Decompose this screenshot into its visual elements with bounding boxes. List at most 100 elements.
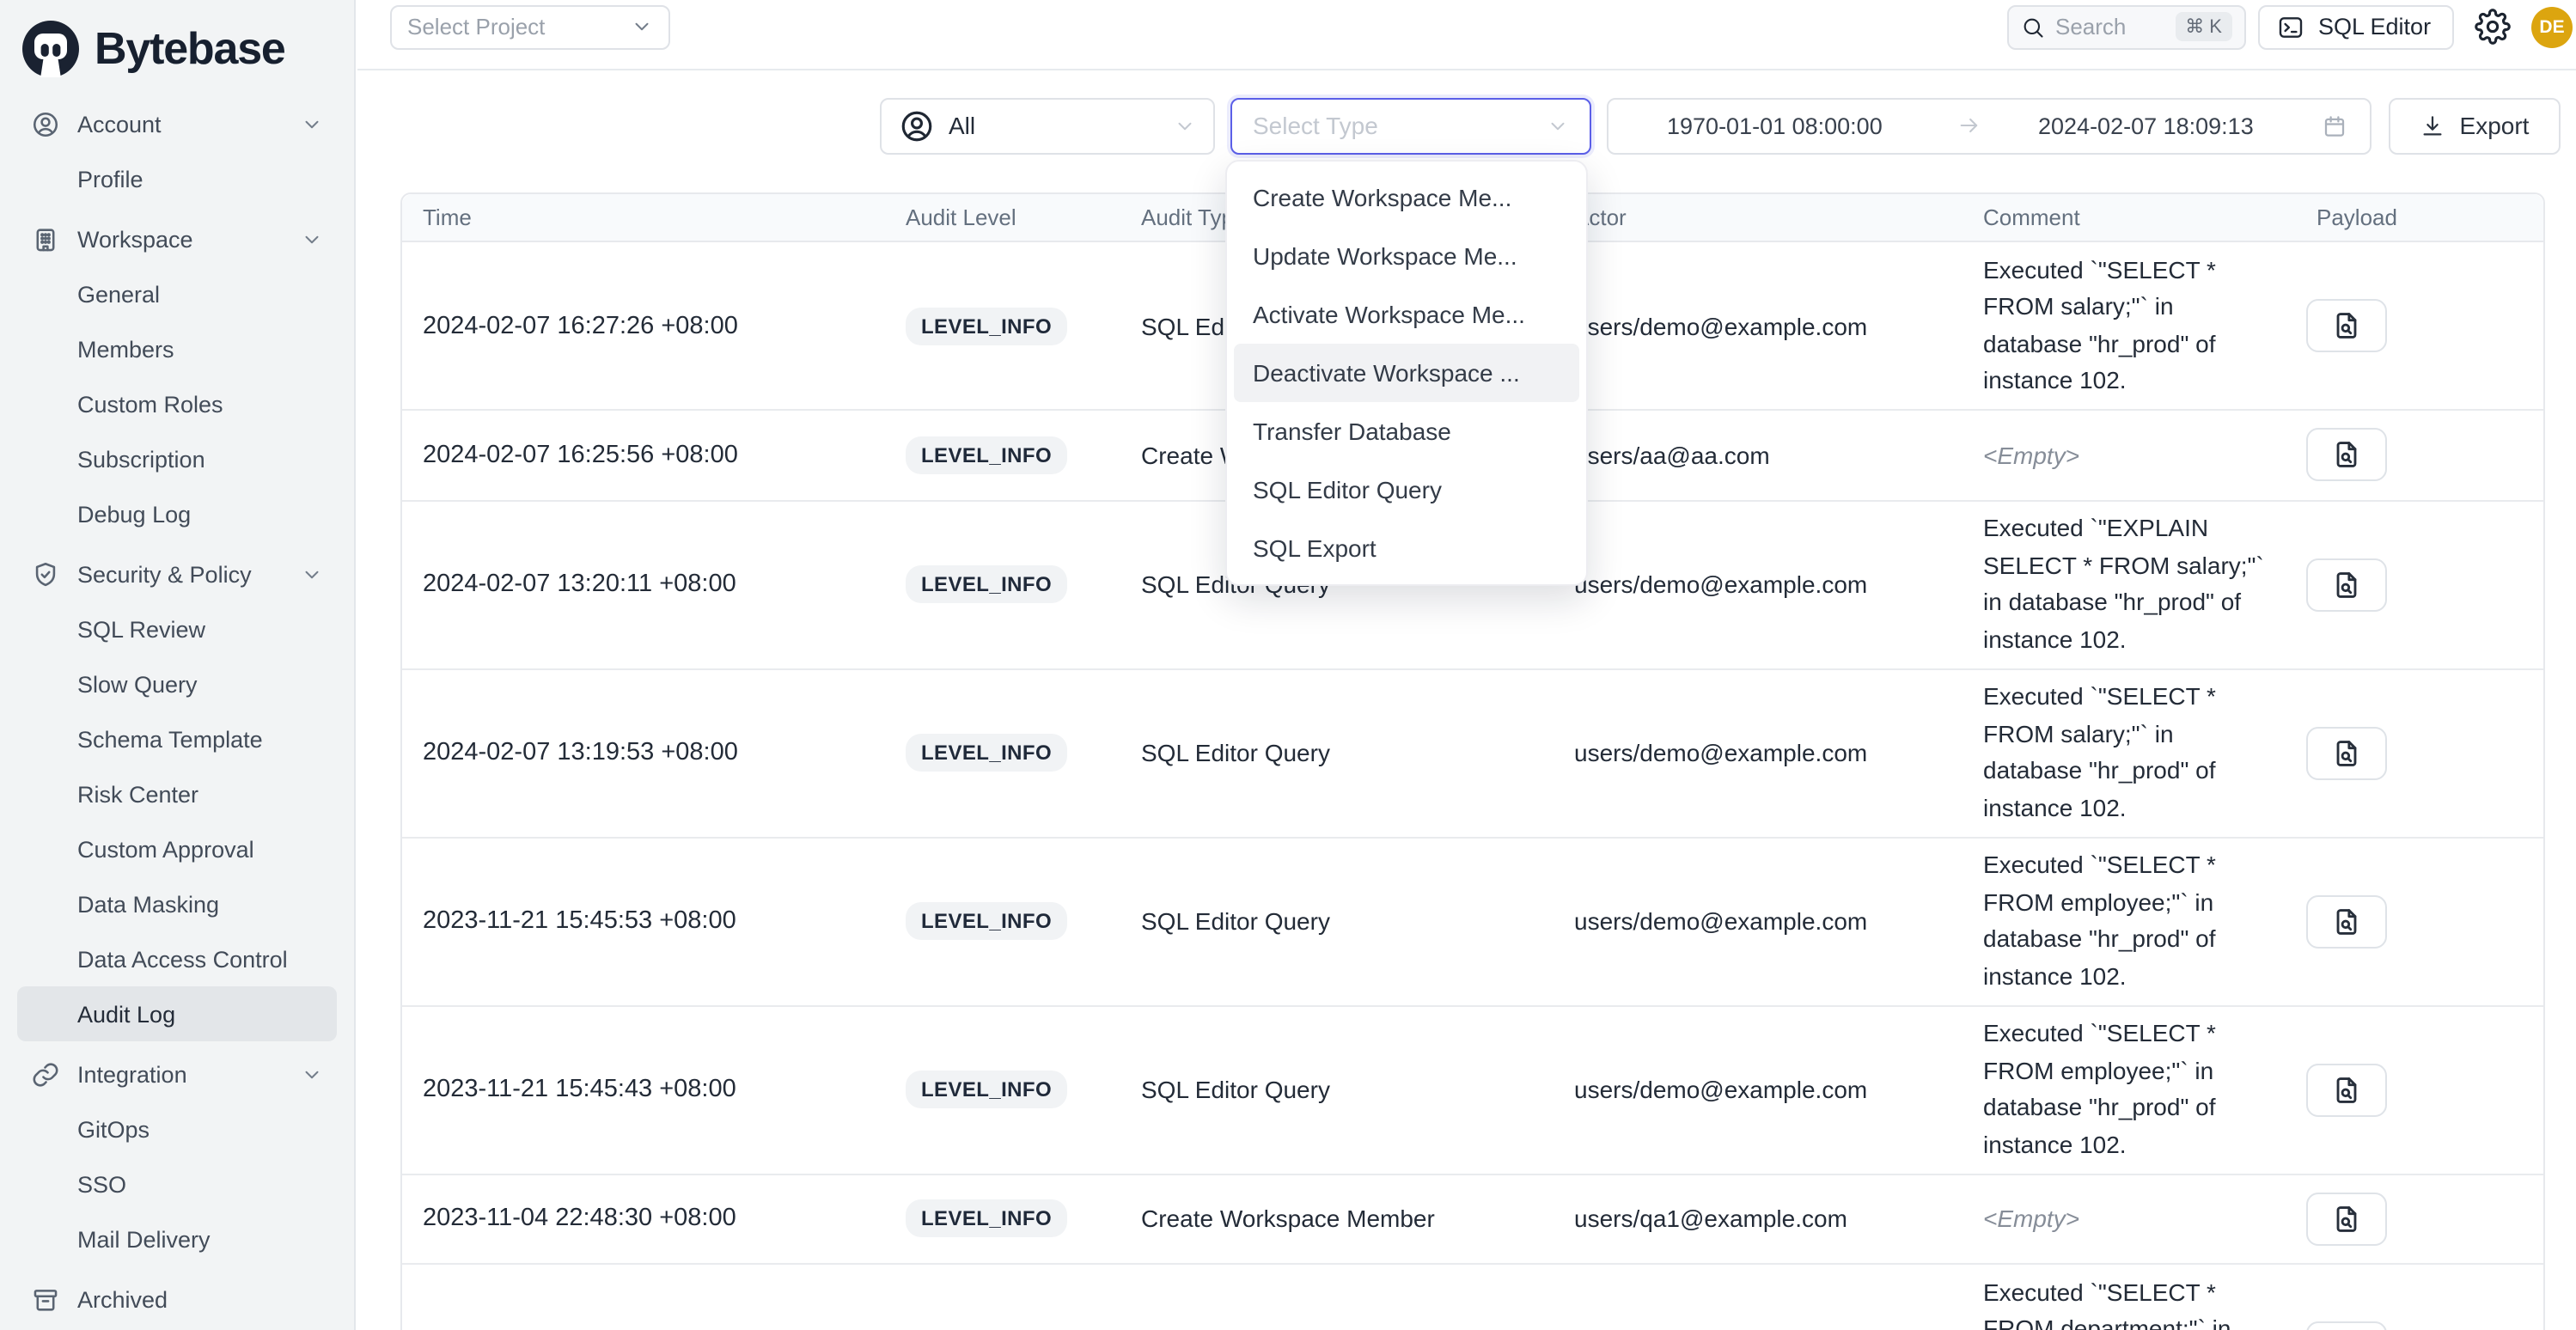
chevron-down-icon — [301, 113, 323, 135]
column-header-audit-level: Audit Level — [895, 194, 1127, 241]
payload-button[interactable] — [2306, 894, 2387, 948]
bytebase-logo[interactable]: Bytebase — [0, 0, 354, 88]
cell-audit-level: LEVEL_INFO — [895, 501, 1127, 668]
sidebar-item-profile[interactable]: Profile — [17, 151, 337, 206]
sidebar-item-security-policy[interactable]: Security & Policy — [17, 546, 337, 601]
file-search-icon — [2330, 1203, 2363, 1235]
sidebar-item-gitops[interactable]: GitOps — [17, 1101, 337, 1156]
cell-payload — [2291, 669, 2547, 836]
file-search-icon — [2330, 905, 2363, 937]
building-icon — [31, 224, 60, 253]
column-header-time: Time — [402, 194, 895, 241]
search-input[interactable]: Search ⌘ K — [2007, 4, 2246, 50]
file-search-icon — [2330, 309, 2363, 342]
cell-audit-level: LEVEL_INFO — [895, 1265, 1127, 1330]
cell-comment: Executed `"EXPLAINSELECT * FROM salary;"… — [1969, 501, 2291, 668]
sql-editor-button[interactable]: SQL Editor — [2258, 4, 2454, 50]
sidebar-item-label: Workspace — [77, 226, 193, 252]
cell-payload — [2291, 1174, 2547, 1263]
cell-payload — [2291, 242, 2547, 409]
cell-actor: users/demo@example.com — [1557, 501, 1969, 668]
sidebar-item-data-access-control[interactable]: Data Access Control — [17, 931, 337, 986]
cell-audit-type: SQL Editor Query — [1127, 838, 1557, 1004]
payload-button[interactable] — [2306, 1063, 2387, 1116]
chevron-down-icon — [1547, 114, 1569, 137]
payload-button[interactable] — [2306, 299, 2387, 352]
type-filter-select[interactable]: Select Type — [1230, 97, 1591, 154]
file-search-icon — [2330, 568, 2363, 601]
cell-actor: users/qa1@example.com — [1557, 1174, 1969, 1263]
arrow-right-icon — [1957, 113, 1981, 137]
sidebar-item-mail-delivery[interactable]: Mail Delivery — [17, 1211, 337, 1266]
gear-icon[interactable] — [2475, 9, 2511, 45]
sidebar-item-sql-review[interactable]: SQL Review — [17, 601, 337, 656]
chevron-down-icon — [301, 228, 323, 250]
sidebar-item-label: Subscription — [77, 446, 205, 472]
chevron-down-icon — [301, 1063, 323, 1085]
column-header-comment: Comment — [1969, 194, 2291, 241]
sidebar-item-custom-roles[interactable]: Custom Roles — [17, 376, 337, 431]
arrow-right-icon — [1957, 113, 1981, 137]
payload-button[interactable] — [2306, 1321, 2387, 1330]
level-badge: LEVEL_INFO — [906, 902, 1067, 940]
download-icon — [2420, 113, 2446, 138]
sidebar-item-sso[interactable]: SSO — [17, 1156, 337, 1211]
archive-icon — [31, 1284, 60, 1314]
file-search-icon — [2330, 439, 2363, 472]
comment-empty: <Empty> — [1983, 442, 2079, 469]
table-row: 2023-11-21 15:45:53 +08:00 LEVEL_INFO SQL … — [402, 838, 2543, 1006]
date-range-picker[interactable]: 1970-01-01 08:00:00 2024-02-07 18:09:13 — [1607, 97, 2372, 154]
sidebar-item-members[interactable]: Members — [17, 321, 337, 376]
sidebar-item-slow-query[interactable]: Slow Query — [17, 656, 337, 711]
sidebar-item-label: Data Access Control — [77, 946, 288, 972]
payload-button[interactable] — [2306, 558, 2387, 611]
type-option-create-workspace-me[interactable]: Create Workspace Me... — [1234, 168, 1579, 227]
sidebar-item-risk-center[interactable]: Risk Center — [17, 766, 337, 821]
chevron-down-icon — [1547, 114, 1569, 137]
cell-actor: users/aa@aa.com — [1557, 411, 1969, 499]
type-option-activate-workspace-me[interactable]: Activate Workspace Me... — [1234, 285, 1579, 344]
type-filter-placeholder: Select Type — [1253, 112, 1378, 139]
sidebar-item-workspace[interactable]: Workspace — [17, 211, 337, 266]
type-option-deactivate-workspace[interactable]: Deactivate Workspace ... — [1234, 344, 1579, 402]
type-option-update-workspace-me[interactable]: Update Workspace Me... — [1234, 227, 1579, 285]
sidebar-item-subscription[interactable]: Subscription — [17, 431, 337, 486]
type-option-sql-editor-query[interactable]: SQL Editor Query — [1234, 461, 1579, 519]
table-row: 2023-11-04 22:48:30 +08:00LEVEL_INFOCrea… — [402, 1174, 2543, 1265]
cell-audit-type: Create Workspace Member — [1127, 1174, 1557, 1263]
link-icon — [31, 1059, 60, 1089]
search-icon — [2021, 15, 2045, 40]
type-option-sql-export[interactable]: SQL Export — [1234, 519, 1579, 577]
sidebar-item-custom-approval[interactable]: Custom Approval — [17, 821, 337, 876]
avatar[interactable]: DE — [2531, 7, 2573, 48]
cell-time: 2023-11-21 15:45:53 +08:00 — [402, 838, 895, 1004]
cell-audit-level: LEVEL_INFO — [895, 242, 1127, 409]
sidebar-item-debug-log[interactable]: Debug Log — [17, 486, 337, 541]
select-project-dropdown[interactable]: Select Project — [390, 4, 670, 50]
sidebar-item-integration[interactable]: Integration — [17, 1046, 337, 1101]
select-project-label: Select Project — [407, 15, 545, 40]
sidebar-item-archived[interactable]: Archived — [17, 1272, 337, 1327]
cell-comment: Executed `"SELECT *FROM salary;"` indata… — [1969, 242, 2291, 409]
comment-text: Executed `"EXPLAINSELECT * FROM salary;"… — [1983, 510, 2264, 658]
sidebar-item-schema-template[interactable]: Schema Template — [17, 711, 337, 766]
sidebar-item-general[interactable]: General — [17, 266, 337, 321]
export-button[interactable]: Export — [2389, 97, 2561, 154]
payload-button[interactable] — [2306, 1193, 2387, 1246]
payload-button[interactable] — [2306, 726, 2387, 779]
date-from-value: 1970-01-01 08:00:00 — [1667, 113, 1883, 138]
payload-button[interactable] — [2306, 429, 2387, 482]
sidebar-item-data-masking[interactable]: Data Masking — [17, 876, 337, 931]
gear-icon — [2475, 9, 2511, 45]
type-option-transfer-database[interactable]: Transfer Database — [1234, 402, 1579, 461]
sidebar-item-label: Schema Template — [77, 726, 263, 752]
actor-filter-select[interactable]: All — [880, 97, 1215, 154]
sidebar-item-audit-log[interactable]: Audit Log — [17, 986, 337, 1041]
sidebar-item-account[interactable]: Account — [17, 96, 337, 151]
cell-payload — [2291, 838, 2547, 1004]
calendar-icon — [2322, 113, 2347, 138]
export-label: Export — [2460, 112, 2530, 139]
sidebar-item-label: GitOps — [77, 1116, 150, 1142]
sidebar-item-label: Slow Query — [77, 671, 198, 697]
sidebar-item-label: SSO — [77, 1171, 126, 1197]
